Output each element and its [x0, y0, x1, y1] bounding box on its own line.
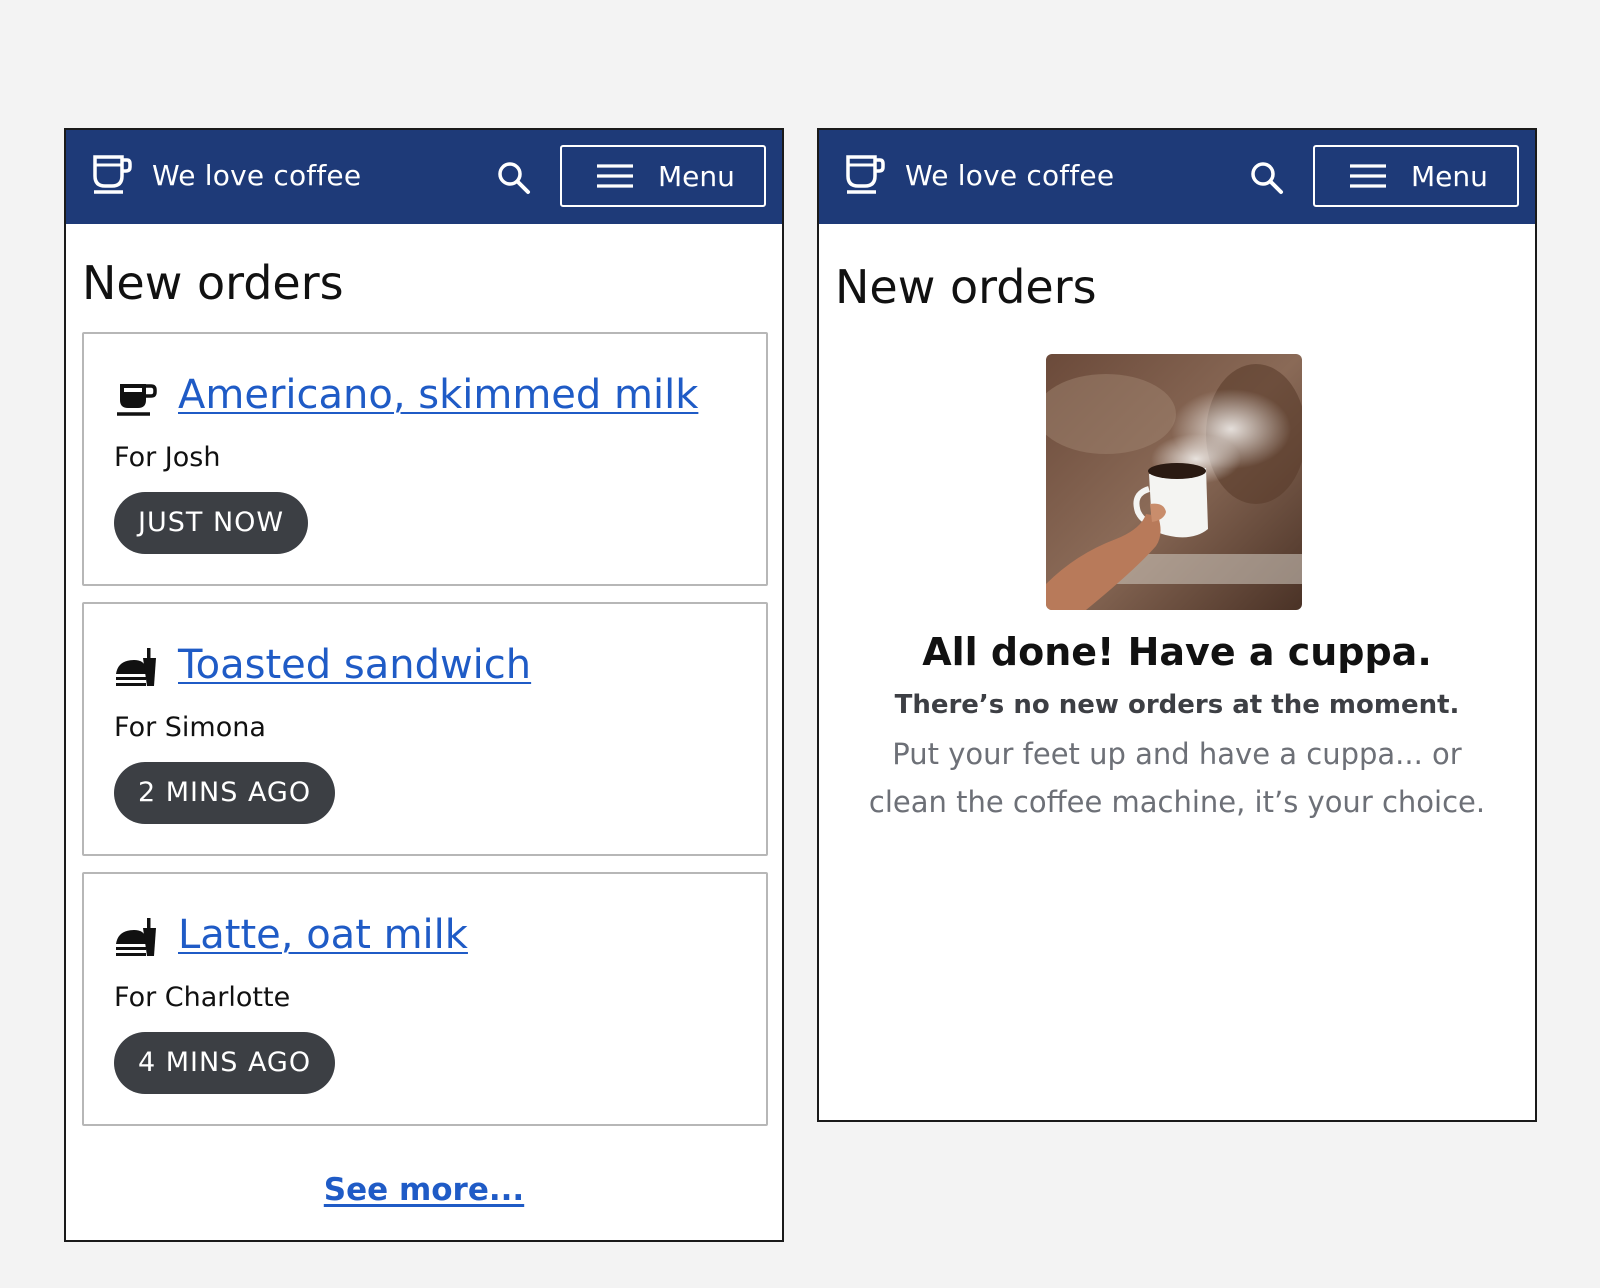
order-title-link[interactable]: Americano, skimmed milk — [178, 372, 698, 418]
order-card: Latte, oat milk For Charlotte 4 MINS AGO — [82, 872, 768, 1126]
brand-link[interactable]: We love coffee — [845, 154, 1114, 196]
page-title: New orders — [82, 256, 344, 310]
order-time-badge: 2 MINS AGO — [114, 762, 336, 824]
order-title-link[interactable]: Toasted sandwich — [178, 642, 531, 688]
food-icon — [116, 648, 156, 686]
order-customer: For Simona — [114, 712, 266, 743]
order-customer: For Josh — [114, 442, 221, 473]
menu-label: Menu — [1411, 159, 1488, 193]
app-title: We love coffee — [905, 158, 1115, 192]
app-header: We love coffee Menu — [819, 130, 1535, 224]
hamburger-icon — [597, 164, 633, 188]
order-customer: For Charlotte — [114, 982, 291, 1013]
coffee-cup-logo-icon — [846, 155, 885, 194]
order-title-link[interactable]: Latte, oat milk — [178, 912, 468, 958]
hamburger-icon — [1350, 164, 1386, 188]
orders-screen: We love coffee Menu New orders Americano… — [64, 128, 784, 1242]
coffee-cup-logo-icon — [93, 155, 132, 194]
menu-button[interactable]: Menu — [1313, 145, 1519, 207]
brand-link[interactable]: We love coffee — [92, 154, 361, 196]
search-button[interactable] — [1247, 158, 1287, 198]
app-header: We love coffee Menu — [66, 130, 782, 224]
search-icon — [1251, 162, 1283, 194]
coffee-cup-icon — [117, 384, 157, 416]
empty-state-screen: We love coffee Menu New orders All done!… — [817, 128, 1537, 1122]
app-title: We love coffee — [152, 158, 362, 192]
empty-state-message: Put your feet up and have a cuppa... or … — [868, 737, 1486, 819]
search-icon — [498, 162, 530, 194]
page-title: New orders — [835, 260, 1097, 314]
search-button[interactable] — [494, 158, 534, 198]
menu-label: Menu — [658, 159, 735, 193]
order-card: Americano, skimmed milk For Josh JUST NO… — [82, 332, 768, 586]
order-time-badge: JUST NOW — [114, 492, 309, 554]
food-icon — [116, 918, 156, 956]
steaming-coffee-cup-image — [1046, 354, 1302, 610]
order-card: Toasted sandwich For Simona 2 MINS AGO — [82, 602, 768, 856]
empty-state-heading: All done! Have a cuppa. — [922, 630, 1432, 674]
coffee-photo — [1046, 354, 1302, 610]
order-time-badge: 4 MINS AGO — [114, 1032, 336, 1094]
menu-button[interactable]: Menu — [560, 145, 766, 207]
empty-state-subheading: There’s no new orders at the moment. — [894, 690, 1460, 720]
see-more-link[interactable]: See more... — [66, 1172, 782, 1208]
